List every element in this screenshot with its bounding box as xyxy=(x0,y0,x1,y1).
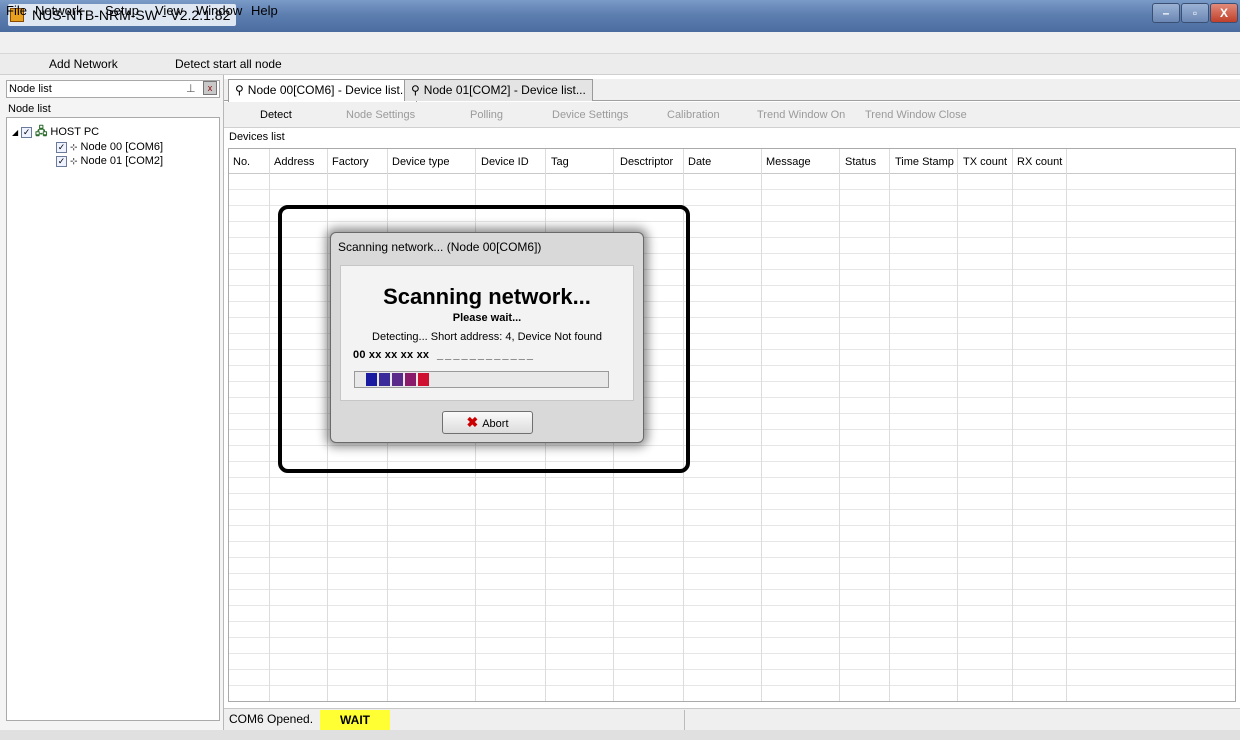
tree-item-label: Node 00 [COM6] xyxy=(80,141,164,153)
abort-x-icon: ✖ xyxy=(466,414,479,430)
address-scan-mask: 00 xx xx xx xx xyxy=(353,349,430,361)
bottom-strip xyxy=(0,730,1240,740)
menu-bar xyxy=(0,32,1240,53)
status-separator xyxy=(684,710,685,730)
column-header[interactable]: Time Stamp xyxy=(895,156,954,168)
wait-badge: WAIT xyxy=(320,710,390,730)
tab-label: Node 00[COM6] - Device list... xyxy=(247,83,410,97)
dialog-subheading: Please wait... xyxy=(452,312,522,324)
add-network-button[interactable]: Add Network xyxy=(49,57,118,72)
tree-item-node01[interactable]: ✓ ⊹ Node 01 [COM2] xyxy=(56,155,163,168)
abort-label: Abort xyxy=(482,418,509,430)
network-icon: ⚲ xyxy=(235,83,244,97)
device-settings-button[interactable]: Device Settings xyxy=(552,109,628,121)
dialog-title: Scanning network... (Node 00[COM6]) xyxy=(338,240,542,254)
address-scan-remaining: _ _ _ _ _ _ _ _ _ _ _ _ xyxy=(437,349,533,361)
tree-item-label: HOST PC xyxy=(50,126,100,138)
tree-item-host[interactable]: ◢ ✓ 🖧 HOST PC xyxy=(12,126,99,139)
close-button[interactable]: X xyxy=(1210,3,1238,23)
tree-item-label: Node 01 [COM2] xyxy=(80,155,164,167)
column-header[interactable]: Status xyxy=(845,156,876,168)
tab-label: Node 01[COM2] - Device list... xyxy=(423,83,586,97)
minimize-button[interactable]: – xyxy=(1152,3,1180,23)
menu-setup[interactable]: Setup xyxy=(105,2,139,19)
column-header[interactable]: Message xyxy=(766,156,811,168)
menu-file[interactable]: File xyxy=(6,2,27,19)
node-list-label: Node list xyxy=(8,103,51,115)
progress-segment xyxy=(379,373,390,386)
panel-close-icon[interactable]: x xyxy=(203,81,217,95)
column-header[interactable]: Device type xyxy=(392,156,449,168)
pin-icon[interactable]: ⊥ xyxy=(186,82,196,95)
progress-segment xyxy=(392,373,403,386)
column-header[interactable]: Date xyxy=(688,156,711,168)
detecting-status: Detecting... Short address: 4, Device No… xyxy=(372,331,602,343)
progress-segment xyxy=(366,373,377,386)
node-tree xyxy=(6,117,220,721)
tree-item-node00[interactable]: ✓ ⊹ Node 00 [COM6] xyxy=(56,141,163,154)
abort-button[interactable]: ✖ Abort xyxy=(442,411,533,434)
column-header[interactable]: No. xyxy=(233,156,250,168)
status-text: COM6 Opened. xyxy=(229,712,314,726)
column-header[interactable]: TX count xyxy=(963,156,1007,168)
column-header[interactable]: Factory xyxy=(332,156,369,168)
network-icon: 🖧 xyxy=(35,126,48,138)
polling-button[interactable]: Polling xyxy=(470,109,503,121)
tab-node-00[interactable]: ⚲ Node 00[COM6] - Device list... xyxy=(228,79,417,102)
checkbox-icon[interactable]: ✓ xyxy=(21,126,33,138)
trend-window-on-button[interactable]: Trend Window On xyxy=(757,109,845,121)
checkbox-icon[interactable]: ✓ xyxy=(56,141,67,153)
checkbox-icon[interactable]: ✓ xyxy=(56,155,67,167)
trend-window-close-button[interactable]: Trend Window Close xyxy=(865,109,967,121)
detect-all-button[interactable]: Detect start all node xyxy=(175,57,282,72)
column-header[interactable]: Tag xyxy=(551,156,569,168)
expand-icon[interactable]: ◢ xyxy=(12,128,18,137)
devices-list-label: Devices list xyxy=(229,131,285,143)
maximize-button[interactable]: ▫ xyxy=(1181,3,1209,23)
progress-segment xyxy=(418,373,429,386)
menu-network[interactable]: Network xyxy=(35,2,83,19)
node-icon: ⊹ xyxy=(70,156,78,166)
column-header[interactable]: RX count xyxy=(1017,156,1062,168)
column-header[interactable]: Device ID xyxy=(481,156,529,168)
detect-button[interactable]: Detect xyxy=(260,109,292,121)
menu-help[interactable]: Help xyxy=(251,2,278,19)
network-icon: ⚲ xyxy=(411,83,420,97)
tab-node-01[interactable]: ⚲ Node 01[COM2] - Device list... xyxy=(404,79,593,101)
node-settings-button[interactable]: Node Settings xyxy=(346,109,415,121)
node-icon: ⊹ xyxy=(70,142,78,152)
calibration-button[interactable]: Calibration xyxy=(667,109,720,121)
column-header[interactable]: Address xyxy=(274,156,314,168)
dialog-heading: Scanning network... xyxy=(383,284,591,309)
menu-view[interactable]: View xyxy=(155,2,183,19)
column-header[interactable]: Desctriptor xyxy=(620,156,673,168)
progress-segment xyxy=(405,373,416,386)
grid-header xyxy=(229,149,1235,174)
menu-window[interactable]: Window xyxy=(196,2,242,19)
